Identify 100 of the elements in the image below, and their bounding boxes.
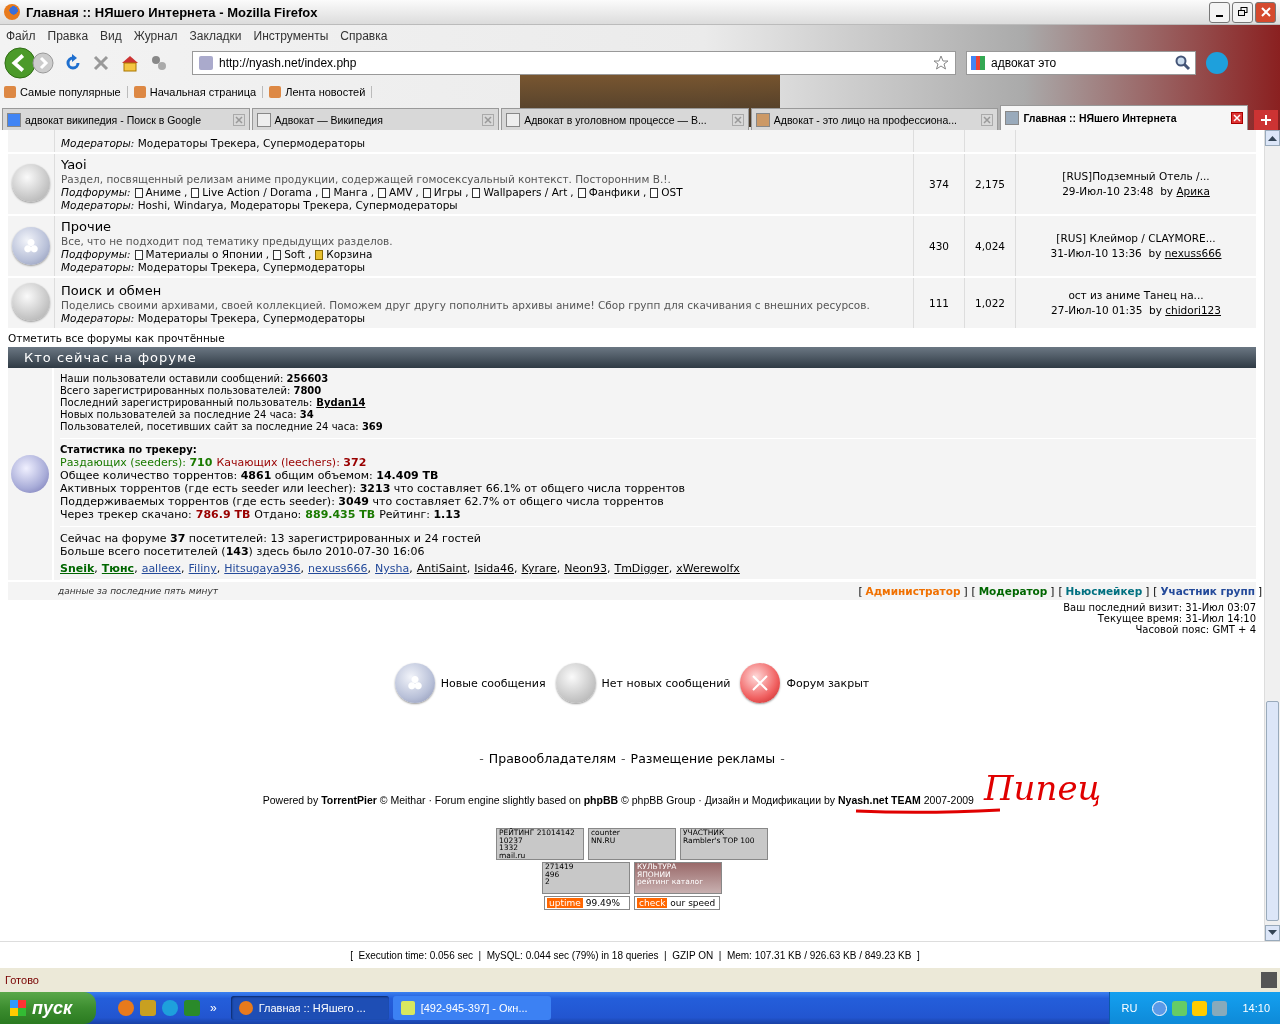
start-button[interactable]: пуск	[0, 992, 96, 1024]
more-button[interactable]: »	[210, 1001, 217, 1015]
tracker-stat: Качающих (leechers): 372	[216, 456, 367, 469]
subforum-link[interactable]: Манга	[333, 186, 368, 199]
subforum-link[interactable]: Аниме	[145, 186, 181, 199]
minimize-button[interactable]	[1209, 1, 1230, 23]
author-link[interactable]: Арика	[1176, 185, 1210, 197]
separator: -	[621, 751, 626, 766]
arrow-up-icon[interactable]	[1268, 135, 1277, 141]
subforums-label: Подфорумы:	[61, 186, 131, 199]
counter-badge[interactable]: uptime 99.49%	[544, 896, 630, 910]
footer-link[interactable]: Правообладателям	[488, 751, 617, 766]
user-link[interactable]: Hitsugaya936	[224, 562, 301, 575]
tracker-stat: Раздающих (seeders): 710	[60, 456, 213, 469]
reload-icon[interactable]	[64, 54, 82, 72]
forum-title-link[interactable]: Поиск и обмен	[61, 281, 907, 299]
new-tab-button[interactable]	[1253, 110, 1278, 130]
app-icon	[400, 1001, 415, 1015]
favicon-icon	[7, 112, 21, 127]
arrow-down-icon[interactable]	[1268, 930, 1277, 936]
post-count: 1,022	[974, 297, 1006, 309]
subforum-link[interactable]: Wallpapers / Art	[483, 186, 568, 199]
user-link[interactable]: nexuss666	[308, 562, 368, 575]
menu-item[interactable]: Справка	[340, 28, 388, 43]
user-link[interactable]: xWerewolfx	[676, 562, 740, 575]
menu-item[interactable]: Файл	[6, 28, 36, 43]
search-engine-icon	[971, 56, 985, 70]
bracket: ]	[1050, 585, 1055, 597]
forum-title-link[interactable]: Yaoi	[61, 156, 907, 173]
separator: ,	[265, 248, 270, 261]
tracker-stat: 889.435 TB	[305, 508, 376, 521]
restore-button[interactable]	[1232, 1, 1253, 23]
user-link[interactable]: TmDigger	[614, 562, 669, 575]
author-link[interactable]: nexuss666	[1164, 247, 1222, 259]
scrollbar[interactable]	[1264, 130, 1280, 941]
back-button[interactable]	[4, 47, 36, 79]
bookmark-item[interactable]: Лента новостей	[269, 86, 373, 98]
menu-item[interactable]: Журнал	[133, 28, 178, 43]
search-field[interactable]: адвокат это	[966, 51, 1196, 75]
author-link[interactable]: chidori123	[1165, 304, 1221, 316]
topic-count: 374	[928, 178, 949, 190]
forward-button[interactable]	[32, 52, 54, 74]
close-icon	[1260, 7, 1271, 17]
menu-item[interactable]: Закладки	[189, 28, 242, 43]
subforum-link[interactable]: OST	[661, 186, 683, 199]
tracker-stat: Отдано:	[254, 508, 302, 521]
plus-icon	[1260, 115, 1271, 125]
browser-tab[interactable]: Адвокат - это лицо на профессиона...	[750, 108, 999, 130]
forum-description: Поделись своими архивами, своей коллекцией. Поможем друг другу пополнить архивы аниме! Сбор групп для скачивания с внешних ресурсов.	[61, 298, 871, 312]
browser-tab[interactable]: Главная :: НЯшего Интернета	[1000, 105, 1248, 130]
scrollbar-thumb[interactable]	[1266, 701, 1279, 921]
star-icon[interactable]	[933, 55, 949, 71]
browser-tab[interactable]: Адвокат — Википедия	[251, 108, 500, 130]
taskbar-button[interactable]: [492-945-397] - Окн...	[392, 996, 551, 1020]
bracket: [	[971, 585, 976, 597]
forum-title-link[interactable]: Прочие	[61, 218, 907, 235]
browser-tab[interactable]: адвокат википедия - Поиск в Google	[2, 108, 250, 130]
address-field[interactable]: http://nyash.net/index.php	[192, 51, 956, 75]
handwritten-annotation: Пипец	[983, 770, 1102, 806]
separator: ,	[300, 562, 305, 575]
menu-item[interactable]: Инструменты	[253, 28, 329, 43]
app-icon[interactable]	[140, 1000, 156, 1016]
close-tab-button[interactable]	[1230, 112, 1243, 124]
tracker-stat: Рейтинг: 1.13	[379, 508, 461, 521]
last-post-link[interactable]: ост из аниме Танец на...	[1068, 289, 1204, 301]
subforum-link[interactable]: Игры	[433, 186, 463, 199]
browser-tab[interactable]: Адвокат в уголовном процессе — В...	[501, 108, 749, 130]
stat-line: Последний зарегистрированный пользователь:	[60, 397, 313, 408]
user-link[interactable]: AntiSaint	[416, 562, 467, 575]
tracker-stat: Общее количество торрентов: 4861 общим объемом: 14.409 TB	[60, 469, 439, 482]
browser-icon[interactable]	[118, 1000, 134, 1016]
bookmark-item[interactable]: Начальная страница	[133, 86, 264, 98]
group-legend-label: Модератор	[978, 585, 1048, 597]
counter-badge[interactable]: check our speed	[634, 896, 720, 910]
bracket: [	[1058, 585, 1063, 597]
menu-item[interactable]: Правка	[47, 28, 89, 43]
subforum-link[interactable]: Live Action / Dorama	[202, 186, 313, 199]
user-link[interactable]: Filiny	[188, 562, 217, 575]
bookmark-item[interactable]: Самые популярные	[4, 86, 128, 98]
last-post-link[interactable]: [RUS]Подземный Отель /...	[1062, 170, 1210, 182]
mark-read-link[interactable]: Отметить все форумы как прочтённые	[8, 332, 225, 344]
subforum-link[interactable]: Материалы о Японии	[145, 248, 263, 261]
subforum-link[interactable]: Корзина	[326, 248, 373, 261]
user-link[interactable]: Neon93	[564, 562, 607, 575]
user-link[interactable]: Kyrare	[521, 562, 557, 575]
footer-link[interactable]: Размещение рекламы	[630, 751, 776, 766]
user-link[interactable]: Bydan14	[316, 397, 366, 408]
menu-item[interactable]: Вид	[100, 28, 122, 43]
close-icon	[234, 115, 243, 124]
close-button[interactable]	[1255, 1, 1276, 23]
last-post-link[interactable]: [RUS] Клеймор / CLAYMORE...	[1056, 232, 1216, 244]
user-link[interactable]: Isida46	[474, 562, 514, 575]
subforum-link[interactable]: Soft	[284, 248, 305, 261]
home-icon[interactable]	[120, 54, 140, 72]
stop-icon[interactable]	[92, 54, 110, 72]
separator: ,	[668, 562, 673, 575]
subforum-link[interactable]: Фанфики	[588, 186, 640, 199]
search-icon[interactable]	[1175, 55, 1191, 71]
taskbar-button[interactable]: Главная :: НЯшего ...	[230, 996, 389, 1020]
subforum-link[interactable]: AMV	[389, 186, 413, 199]
